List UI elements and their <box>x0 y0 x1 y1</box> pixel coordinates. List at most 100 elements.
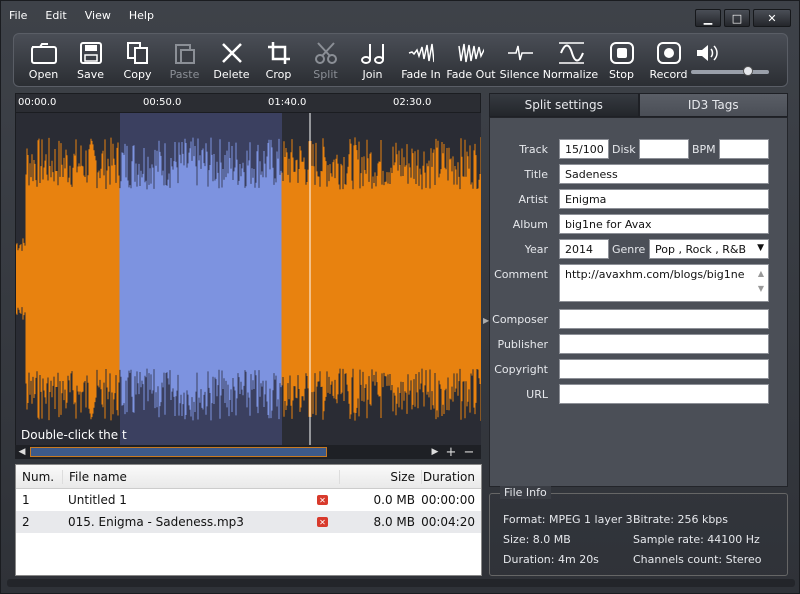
silence-label: Silence <box>499 68 540 81</box>
join-button[interactable]: Join <box>349 34 396 86</box>
menu-edit[interactable]: Edit <box>43 9 68 29</box>
waveform-graphic <box>16 113 481 445</box>
app-window: File Edit View Help ▁ □ ✕ Open Save Copy… <box>0 0 800 594</box>
artist-field[interactable]: Enigma <box>559 189 769 209</box>
disk-field[interactable] <box>639 139 689 159</box>
scissors-x-icon <box>219 40 245 66</box>
delete-label: Delete <box>213 68 250 81</box>
comment-field[interactable]: http://avaxhm.com/blogs/big1ne ▲ ▼ <box>559 264 769 302</box>
copyright-field[interactable] <box>559 359 769 379</box>
save-button[interactable]: Save <box>67 34 114 86</box>
scroll-left-arrow[interactable]: ◀ <box>16 446 28 458</box>
chevron-down-icon[interactable]: ▼ <box>757 243 764 253</box>
file-list: Num. File name Size Duration 1 Untitled … <box>15 464 482 576</box>
genre-value: Pop , Rock , R&B <box>655 243 746 256</box>
minimize-button[interactable]: ▁ <box>695 9 721 27</box>
silence-icon <box>507 40 533 66</box>
record-label: Record <box>649 68 688 81</box>
status-bar <box>7 579 795 587</box>
col-num[interactable]: Num. <box>16 470 62 484</box>
maximize-button[interactable]: □ <box>724 9 750 27</box>
close-button[interactable]: ✕ <box>753 9 791 27</box>
genre-label: Genre <box>612 243 646 256</box>
menu-help[interactable]: Help <box>127 9 156 29</box>
delete-button[interactable]: Delete <box>208 34 255 86</box>
copy-button[interactable]: Copy <box>114 34 161 86</box>
zoom-out-button[interactable]: − <box>463 445 475 460</box>
waveform-view[interactable] <box>15 113 481 445</box>
paste-label: Paste <box>169 68 200 81</box>
format-info: Format: MPEG 1 layer 3 <box>503 513 633 526</box>
bpm-label: BPM <box>692 143 716 156</box>
normalize-button[interactable]: Normalize <box>543 34 598 86</box>
silence-button[interactable]: Silence <box>496 34 543 86</box>
volume-slider-track[interactable] <box>691 70 769 74</box>
disk-label: Disk <box>612 143 636 156</box>
copy-icon <box>125 40 151 66</box>
composer-field[interactable] <box>559 309 769 329</box>
title-label: Title <box>524 168 548 181</box>
fade-in-button[interactable]: Fade In <box>396 34 446 86</box>
fade-out-button[interactable]: Fade Out <box>446 34 496 86</box>
publisher-field[interactable] <box>559 334 769 354</box>
comment-scrollbar[interactable]: ▲ ▼ <box>755 266 767 300</box>
fade-in-label: Fade In <box>401 68 441 81</box>
crop-icon <box>266 40 292 66</box>
track-label: Track <box>519 143 548 156</box>
notes-icon <box>360 40 386 66</box>
year-label: Year <box>524 243 548 256</box>
remove-file-icon[interactable]: ✕ <box>317 517 328 527</box>
scrollbar-thumb[interactable] <box>30 447 327 457</box>
copyright-label: Copyright <box>494 363 548 376</box>
speaker-icon[interactable] <box>695 42 721 67</box>
album-label: Album <box>512 218 548 231</box>
year-field[interactable]: 2014 <box>559 239 609 259</box>
url-field[interactable] <box>559 384 769 404</box>
scroll-right-arrow[interactable]: ▶ <box>429 446 441 458</box>
album-field[interactable]: big1ne for Avax <box>559 214 769 234</box>
remove-file-icon[interactable]: ✕ <box>317 495 328 505</box>
tab-split-settings[interactable]: Split settings <box>489 93 639 117</box>
tab-id3-tags[interactable]: ID3 Tags <box>638 93 788 117</box>
folder-icon <box>30 40 57 66</box>
crop-button[interactable]: Crop <box>255 34 302 86</box>
table-row[interactable]: 2 015. Enigma - Sadeness.mp3 ✕ 8.0 MB 00… <box>16 511 481 533</box>
paste-button[interactable]: Paste <box>161 34 208 86</box>
file-list-header: Num. File name Size Duration <box>16 465 481 489</box>
track-field[interactable]: 15/100 <box>559 139 609 159</box>
scissors-icon <box>313 40 339 66</box>
menu-bar: File Edit View Help <box>7 9 156 29</box>
split-button[interactable]: Split <box>302 34 349 86</box>
title-field[interactable]: Sadeness <box>559 164 769 184</box>
stop-button[interactable]: Stop <box>598 34 645 86</box>
fade-out-label: Fade Out <box>446 68 496 81</box>
copy-label: Copy <box>123 68 152 81</box>
record-button[interactable]: Record <box>645 34 692 86</box>
open-button[interactable]: Open <box>20 34 67 86</box>
genre-select[interactable]: Pop , Rock , R&B ▼ <box>649 239 769 259</box>
col-duration[interactable]: Duration <box>421 469 481 484</box>
comment-label: Comment <box>494 268 548 281</box>
waveform-scrollbar[interactable]: ◀ ▶ + − <box>15 445 481 460</box>
duration-info: Duration: 4m 20s <box>503 553 599 566</box>
timeline-mark: 02:30.0 <box>393 97 432 108</box>
toolbar: Open Save Copy Paste Delete Crop Split J… <box>13 33 788 87</box>
bpm-field[interactable] <box>719 139 769 159</box>
normalize-icon <box>558 40 584 66</box>
publisher-label: Publisher <box>497 338 549 351</box>
save-label: Save <box>76 68 104 81</box>
zoom-in-button[interactable]: + <box>445 445 457 460</box>
paste-icon <box>172 40 198 66</box>
col-filename[interactable]: File name <box>62 469 317 484</box>
timeline-ruler[interactable]: 00:00.0 00:50.0 01:40.0 02:30.0 <box>15 93 481 113</box>
menu-file[interactable]: File <box>7 9 29 29</box>
volume-slider-thumb[interactable] <box>743 66 753 76</box>
size-info: Size: 8.0 MB <box>503 533 571 546</box>
artist-label: Artist <box>518 193 548 206</box>
timeline-mark: 00:50.0 <box>143 97 182 108</box>
open-label: Open <box>28 68 59 81</box>
col-size[interactable]: Size <box>339 469 421 484</box>
menu-view[interactable]: View <box>83 9 113 29</box>
window-controls: ▁ □ ✕ <box>695 9 791 27</box>
table-row[interactable]: 1 Untitled 1 ✕ 0.0 MB 00:00:00 <box>16 489 481 511</box>
